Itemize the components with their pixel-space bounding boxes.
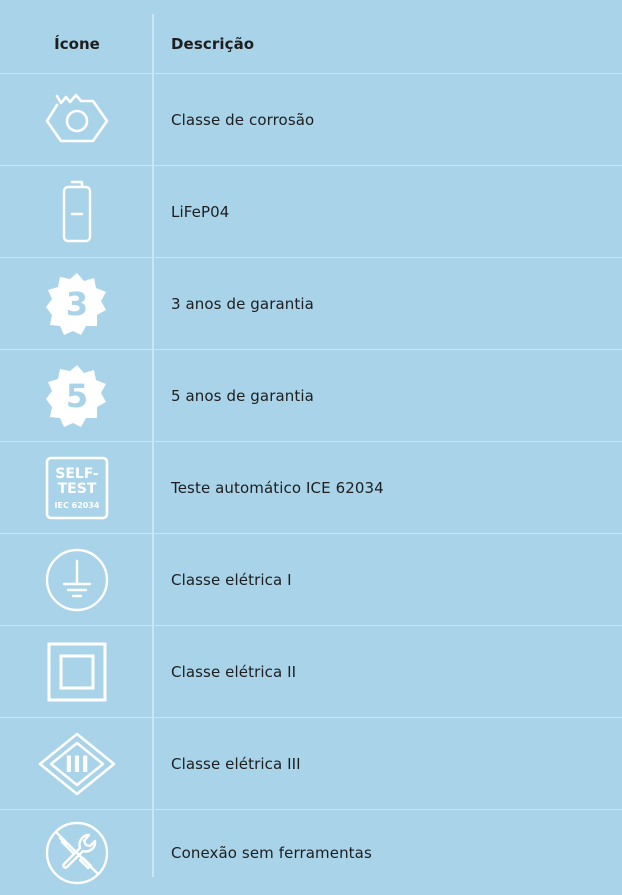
row-icon-cell [0, 534, 154, 625]
self-test-line-1: SELF- [55, 466, 99, 482]
self-test-icon: SELF- TEST IEC 62034 [45, 456, 109, 519]
electrical-class-3-diamond-icon: III [38, 732, 116, 795]
row-label: Classe elétrica III [171, 754, 301, 773]
row-icon-cell: 5 [0, 350, 154, 441]
header-desc-cell: Descrição [154, 35, 254, 53]
table-row: LiFeP04 [0, 166, 622, 258]
header-icon-cell: Ícone [0, 14, 154, 73]
row-label: 3 anos de garantia [171, 294, 314, 313]
table-row: Classe elétrica I [0, 534, 622, 626]
table-row: 5 5 anos de garantia [0, 350, 622, 442]
row-label: 5 anos de garantia [171, 386, 314, 405]
corrosion-nut-icon [45, 93, 109, 142]
electrical-class-2-double-square-icon [47, 642, 107, 701]
row-label: Conexão sem ferramentas [171, 843, 372, 862]
row-icon-cell [0, 74, 154, 165]
self-test-line-2: TEST [58, 481, 97, 497]
row-icon-cell [0, 810, 154, 895]
table-row: Conexão sem ferramentas [0, 810, 622, 895]
row-icon-cell: SELF- TEST IEC 62034 [0, 442, 154, 533]
row-icon-cell [0, 166, 154, 257]
self-test-line-3: IEC 62034 [55, 501, 100, 510]
table-header: Ícone Descrição [0, 0, 622, 74]
warranty-5-number: 5 [66, 377, 88, 415]
table-row: SELF- TEST IEC 62034 Teste automático IC… [0, 442, 622, 534]
row-icon-cell: III [0, 718, 154, 809]
warranty-3-badge-icon: 3 [46, 272, 106, 335]
row-icon-cell [0, 626, 154, 717]
row-label: Classe de corrosão [171, 110, 315, 129]
row-label: Teste automático ICE 62034 [171, 478, 384, 497]
electrical-class-1-ground-icon [45, 548, 109, 611]
header-icon-label: Ícone [54, 34, 100, 53]
warranty-3-number: 3 [66, 285, 88, 323]
row-icon-cell: 3 [0, 258, 154, 349]
icon-table: Ícone Descrição Classe de corrosão LiFeP… [0, 0, 622, 884]
battery-icon [62, 180, 92, 242]
row-label: Classe elétrica II [171, 662, 297, 681]
table-row: Classe de corrosão [0, 74, 622, 166]
row-label: Classe elétrica I [171, 570, 292, 589]
header-desc-label: Descrição [171, 34, 255, 53]
class-3-numeral: III [65, 753, 90, 778]
tool-free-connection-icon [45, 821, 109, 884]
row-label: LiFeP04 [171, 202, 230, 221]
warranty-5-badge-icon: 5 [46, 364, 106, 427]
table-row: III Classe elétrica III [0, 718, 622, 810]
table-row: Classe elétrica II [0, 626, 622, 718]
table-row: 3 3 anos de garantia [0, 258, 622, 350]
